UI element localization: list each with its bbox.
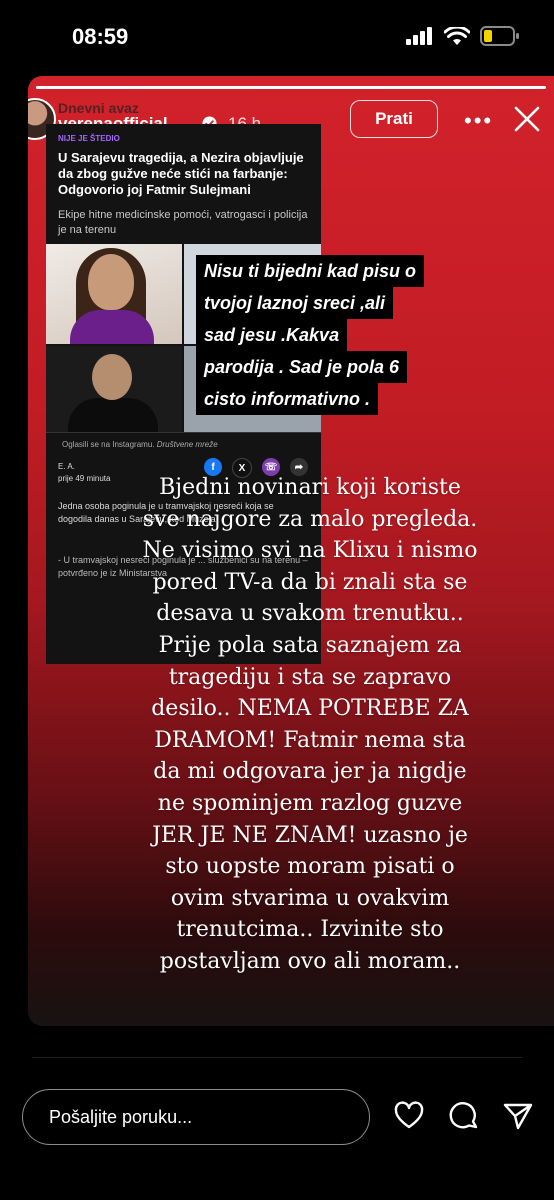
story-text-line: DRAMOM! Fatmir nema sta (154, 727, 466, 753)
article-photo-woman (46, 244, 182, 344)
article-tag: NIJE JE ŠTEDIO (58, 134, 120, 143)
story-text-line: JER JE NE ZNAM! uzasno je (152, 822, 468, 848)
story-text: Bjedni novinari koji koriste sve najgore… (100, 472, 520, 978)
status-icons (406, 26, 520, 46)
caption-line: tvojoj laznoj sreci ,ali (196, 287, 394, 319)
story-text-line: Ne visimo svi na Klixu i nismo (142, 538, 478, 564)
caption-line: cisto informativno . (196, 383, 379, 415)
story-text-line: trenutcima.. Izvinite sto (176, 917, 444, 943)
article-promo: Oglasili se na Instagramu. Društvene mre… (62, 440, 218, 449)
status-time: 08:59 (72, 24, 129, 49)
story-caption: Nisu ti bijedni kad pisu o tvojoj laznoj… (196, 255, 506, 415)
article-photo-man (46, 346, 182, 432)
article-author: E. A. (58, 462, 75, 471)
bottom-divider (32, 1057, 522, 1058)
promo-text: Oglasili se na Instagramu. (62, 440, 155, 449)
cellular-signal-icon (406, 27, 432, 45)
story-text-line: tragediju i sta se zapravo (168, 664, 452, 690)
story-text-line: desilo.. NEMA POTREBE ZA (151, 696, 469, 722)
story-text-line: Prije pola sata saznajem za (158, 632, 462, 658)
close-icon[interactable] (512, 104, 542, 134)
story-progress-bar (36, 86, 546, 89)
status-bar: 08:59 (0, 0, 554, 76)
story-text-line: sve najgore za malo pregleda. (142, 506, 478, 532)
message-input[interactable]: Pošaljite poruku... (22, 1089, 370, 1145)
story-text-line: sto uopste moram pisati o (165, 854, 455, 880)
article-divider (46, 432, 321, 433)
heart-icon[interactable] (393, 1100, 425, 1132)
wifi-icon (444, 26, 470, 45)
caption-line: Nisu ti bijedni kad pisu o (196, 255, 425, 287)
story-card[interactable]: Dnevni avaz verenaofficial_ 16 h Prati •… (28, 76, 554, 1026)
story-text-line: pored TV-a da bi znali sta se (152, 569, 468, 595)
article-subtitle: Ekipe hitne medicinske pomoći, vatrogasc… (58, 209, 308, 236)
story-text-line: da mi odgovara jer ja nigdje (153, 759, 467, 785)
battery-icon (480, 26, 519, 46)
story-text-line: desava u svakom trenutku.. (156, 601, 464, 627)
article-title: U Sarajevu tragedija, a Nezira objavljuj… (58, 150, 304, 197)
send-icon[interactable] (502, 1100, 534, 1132)
story-text-line: ovim stvarima u ovakvim (170, 885, 450, 911)
follow-button[interactable]: Prati (350, 100, 438, 138)
story-text-line: ne spominjem razlog guzve (157, 790, 463, 816)
story-text-line: postavljam ovo ali moram.. (159, 948, 461, 974)
story-text-line: Bjedni novinari koji koriste (159, 475, 461, 500)
story-progress-fill (36, 86, 546, 89)
comment-icon[interactable] (448, 1100, 480, 1132)
caption-line: parodija . Sad je pola 6 (196, 351, 408, 383)
caption-line: sad jesu .Kakva (196, 319, 348, 351)
more-options-icon[interactable]: ••• (464, 108, 493, 134)
promo-category: Društvene mreže (156, 440, 218, 449)
